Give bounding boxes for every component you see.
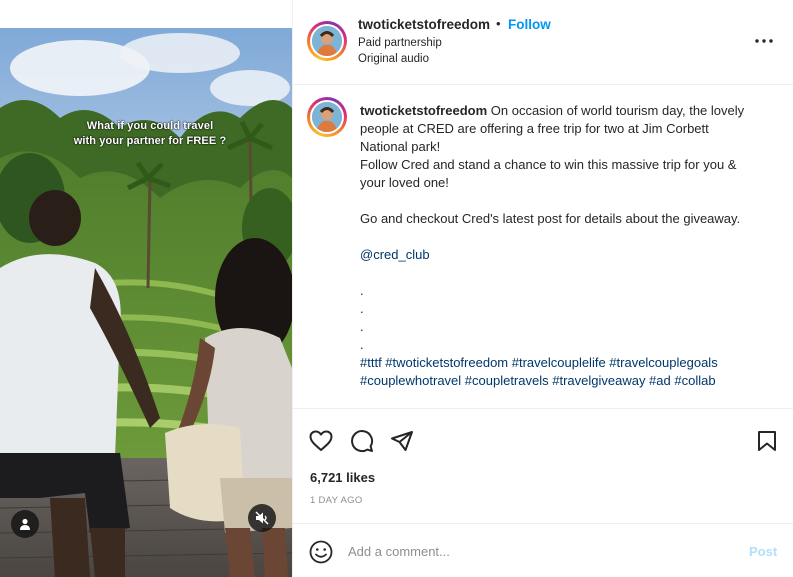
avatar-image: [312, 102, 342, 132]
like-button[interactable]: [308, 428, 334, 454]
post-header: twoticketstofreedom • Follow Paid partne…: [293, 0, 793, 85]
overlay-line-1: What if you could travel: [86, 120, 214, 132]
more-horizontal-icon: [755, 39, 773, 43]
follow-button[interactable]: Follow: [508, 17, 551, 32]
author-avatar[interactable]: [307, 21, 347, 61]
bookmark-icon: [758, 431, 776, 451]
caption-dot: .: [360, 283, 364, 298]
muted-speaker-icon: [255, 511, 269, 525]
caption-dot: .: [360, 301, 364, 316]
emoji-button[interactable]: [309, 540, 333, 564]
share-button[interactable]: [389, 428, 415, 454]
author-username[interactable]: twoticketstofreedom: [358, 17, 490, 32]
caption-section: twoticketstofreedom On occasion of world…: [293, 86, 793, 408]
mention-link[interactable]: @cred_club: [360, 246, 760, 264]
caption-paragraph: twoticketstofreedom On occasion of world…: [360, 102, 760, 156]
caption-author-avatar[interactable]: [307, 97, 347, 137]
post-timestamp[interactable]: 1 DAY AGO: [310, 495, 363, 506]
post-actions: 6,721 likes 1 DAY AGO: [293, 408, 793, 523]
tagged-users-button[interactable]: [11, 510, 39, 538]
post-details-panel: twoticketstofreedom • Follow Paid partne…: [292, 0, 793, 577]
user-tag-icon: [20, 518, 30, 530]
caption-dot: .: [360, 319, 364, 334]
add-comment-bar: Post: [293, 523, 793, 577]
comment-icon: [351, 430, 374, 453]
overlay-line-2: with your partner for FREE ?: [73, 135, 227, 147]
emoji-icon: [309, 540, 333, 564]
post-comment-button[interactable]: Post: [749, 544, 777, 559]
likes-count[interactable]: 6,721 likes: [310, 470, 375, 485]
save-button[interactable]: [754, 428, 780, 454]
audio-label[interactable]: Original audio: [358, 53, 429, 65]
more-options-button[interactable]: [753, 34, 775, 48]
caption-dot: .: [360, 337, 364, 352]
top-left-blank: [0, 0, 292, 28]
video-text-overlay: What if you could travel with your partn…: [40, 119, 260, 149]
comment-input[interactable]: [348, 538, 728, 564]
caption-line: Follow Cred and stand a chance to win th…: [360, 157, 741, 190]
caption-username[interactable]: twoticketstofreedom: [360, 103, 487, 118]
post-caption: twoticketstofreedom On occasion of world…: [360, 102, 760, 390]
caption-line: Go and checkout Cred's latest post for d…: [360, 211, 741, 226]
mute-toggle-button[interactable]: [248, 504, 276, 532]
paid-partnership-label[interactable]: Paid partnership: [358, 37, 442, 49]
caption-gap: [360, 192, 760, 210]
caption-gap: [360, 264, 760, 282]
send-icon: [391, 431, 413, 451]
post-media-video[interactable]: What if you could travel with your partn…: [0, 28, 292, 577]
heart-icon: [309, 430, 333, 451]
avatar-image: [312, 26, 342, 56]
hashtags-link[interactable]: #tttf #twoticketstofreedom #travelcouple…: [360, 354, 760, 390]
separator-dot: •: [496, 16, 501, 31]
comment-button[interactable]: [349, 428, 375, 454]
video-frame: [0, 28, 292, 577]
caption-gap: [360, 228, 760, 246]
